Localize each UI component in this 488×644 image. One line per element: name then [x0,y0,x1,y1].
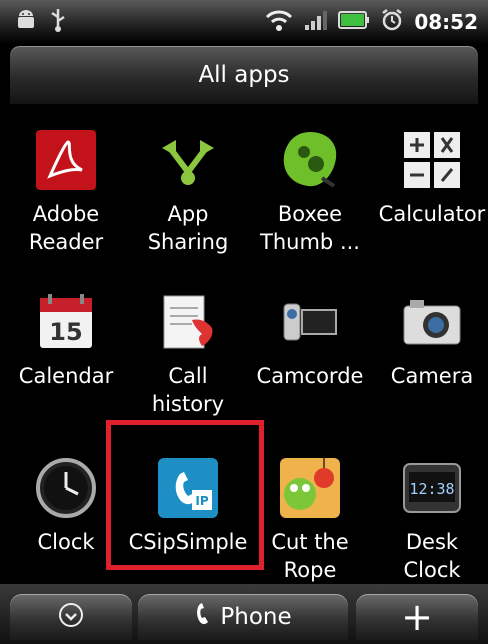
app-calculator[interactable]: Calculator [371,128,488,228]
phone-label: Phone [220,604,292,630]
battery-icon [338,9,370,36]
chevron-down-icon [58,602,84,632]
phone-icon [194,602,212,632]
app-camera[interactable]: Camera [371,290,488,390]
desk-clock-icon: 12:38 [400,456,464,520]
wifi-icon [264,8,294,37]
android-icon [14,8,38,36]
camera-icon [400,290,464,354]
app-cut-the-rope[interactable]: Cut the Rope [249,456,371,584]
cut-the-rope-icon [278,456,342,520]
usb-icon [48,7,68,37]
collapse-button[interactable] [10,594,132,640]
app-label: App Sharing [147,202,229,254]
title-text: All apps [198,62,290,88]
add-button[interactable]: + [356,594,478,640]
bottom-dock: Phone + [0,584,488,644]
app-label: Adobe Reader [28,202,104,254]
calendar-icon: 15 [34,290,98,354]
app-label: Camcorde [256,364,364,388]
signal-icon [304,10,328,35]
alarm-icon [380,8,404,37]
app-label: Boxee Thumb ... [260,202,360,254]
app-calendar[interactable]: 15 Calendar [5,290,127,390]
camcorder-icon [278,290,342,354]
call-history-icon [156,290,220,354]
app-app-sharing[interactable]: App Sharing [127,128,249,256]
calendar-day: 15 [49,318,82,346]
app-label: Call history [151,364,225,416]
app-label: Calendar [18,364,114,388]
app-adobe-reader[interactable]: Adobe Reader [5,128,127,256]
app-grid: Adobe Reader App Sharing Boxee Thumb ...… [0,104,488,584]
status-bar: 08:52 [0,0,488,44]
app-label: Cut the Rope [271,530,349,582]
clock-icon [34,456,98,520]
app-label: Calculator [378,202,486,226]
app-desk-clock[interactable]: 12:38 Desk Clock [371,456,488,584]
boxee-icon [278,128,342,192]
status-time: 08:52 [414,10,478,34]
app-boxee-thumb[interactable]: Boxee Thumb ... [249,128,371,256]
app-call-history[interactable]: Call history [127,290,249,418]
app-label: Camera [390,364,474,388]
app-sharing-icon [156,128,220,192]
app-camcorder[interactable]: Camcorde [249,290,371,390]
app-label: Desk Clock [403,530,461,582]
highlight-box [106,420,264,570]
calculator-icon [400,128,464,192]
page-title: All apps [10,46,478,104]
phone-button[interactable]: Phone [138,594,348,640]
adobe-reader-icon [34,128,98,192]
plus-icon: + [401,595,433,639]
desk-clock-time: 12:38 [409,480,454,498]
